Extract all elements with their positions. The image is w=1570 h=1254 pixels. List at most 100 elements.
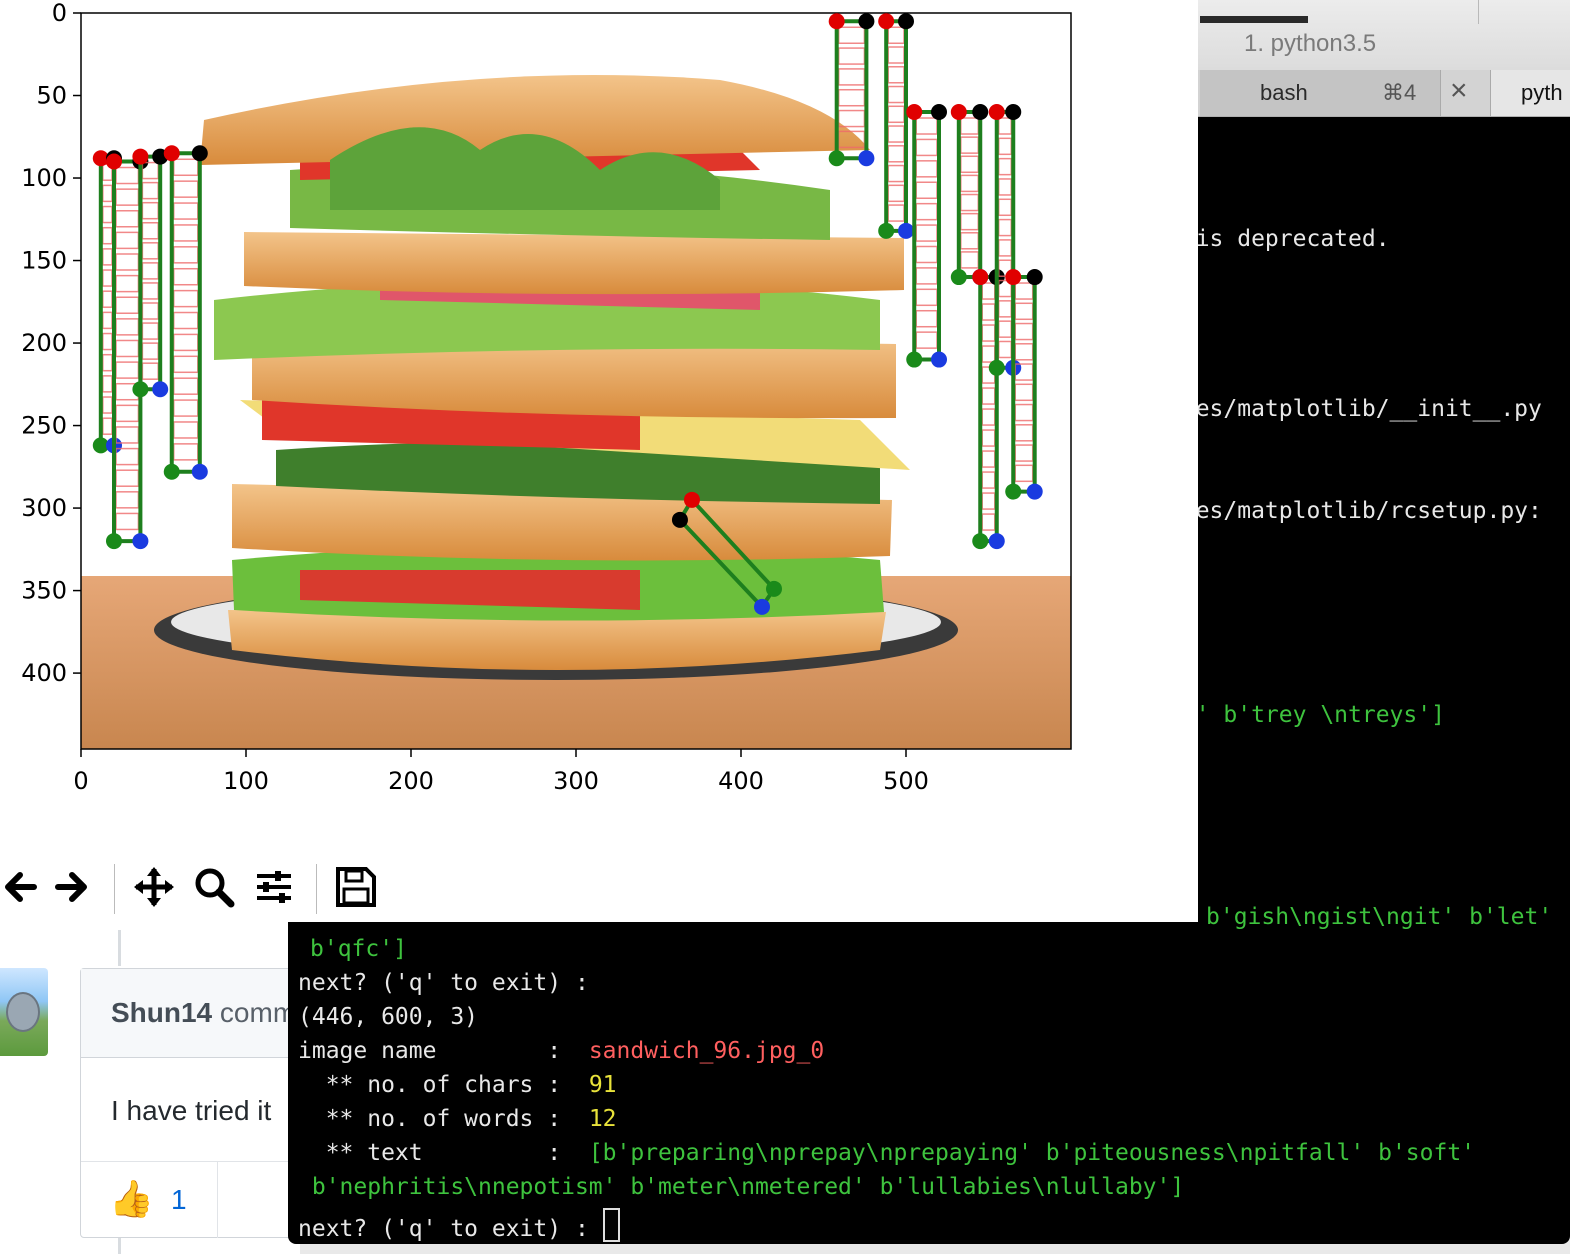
plot-canvas[interactable]: 0 50 100 150 200 250 300 350 400 0 100 200 300 400 50…: [0, 0, 1198, 856]
iterm-window-title: 1. python3.5: [1244, 30, 1377, 57]
matplotlib-figure-window: 0 50 100 150 200 250 300 350 400 0 100 200 300 400 50…: [0, 0, 1198, 922]
iterm-tab-bar: bash ⌘4 × pyth: [1160, 70, 1570, 117]
corner-point: [878, 13, 895, 30]
corner-point: [1005, 269, 1022, 286]
y-tick-label: 150: [21, 247, 67, 275]
corner-point: [972, 269, 989, 286]
terminal-line: ** text : [b'preparing\nprepay\nprepayin…: [298, 1140, 1475, 1166]
corner-point: [754, 598, 770, 615]
corner-point: [858, 150, 875, 167]
avatar-face: [6, 992, 40, 1032]
terminal-line: ages/matplotlib/__init__.py: [1168, 396, 1542, 422]
terminal-prompt: next? ('q' to exit) :: [298, 1208, 620, 1242]
matplotlib-toolbar: [0, 856, 400, 922]
x-tick-label: 500: [883, 767, 929, 795]
terminal-line: image name : sandwich_96.jpg_0: [298, 1038, 824, 1064]
forward-button[interactable]: [48, 858, 96, 916]
comment-action: comm: [212, 997, 297, 1028]
corner-point: [132, 533, 149, 550]
corner-point: [106, 533, 122, 550]
text-value: [b'preparing\nprepay\nprepaying' b'piteo…: [588, 1140, 1476, 1166]
reaction-count: 1: [171, 1184, 187, 1215]
corner-point: [898, 222, 914, 239]
y-axis: 0 50 100 150 200 250 300 350 400: [21, 0, 81, 687]
terminal-prompt: next? ('q' to exit) :: [298, 970, 589, 996]
corner-point: [858, 13, 875, 30]
subplots-config-icon: [257, 871, 291, 903]
tab-python[interactable]: pyth: [1490, 70, 1570, 116]
comment-body: I have tried it: [111, 1095, 272, 1126]
y-tick-label: 350: [21, 577, 67, 605]
tab-bash-label: bash: [1260, 80, 1308, 105]
corner-point: [191, 145, 208, 162]
comment-author-name[interactable]: Shun14: [111, 997, 212, 1028]
text-label: ** text :: [298, 1140, 562, 1166]
forward-arrow-icon: [55, 872, 87, 902]
corner-point: [683, 491, 700, 508]
x-tick-label: 0: [73, 767, 88, 795]
avatar[interactable]: [0, 968, 48, 1056]
x-tick-label: 300: [553, 767, 599, 795]
terminal-line: b'gish\ngist\ngit' b'let': [1206, 904, 1553, 930]
corner-point: [898, 13, 914, 30]
bread-layer: [244, 232, 904, 295]
subplots-config-button[interactable]: [250, 858, 298, 916]
corner-point: [878, 222, 895, 239]
image-name-value: sandwich_96.jpg_0: [588, 1038, 825, 1064]
tab-shortcut: ⌘4: [1382, 80, 1417, 105]
prompt-text: next? ('q' to exit) :: [298, 1216, 589, 1242]
corner-point: [906, 351, 923, 368]
words-label: ** no. of words :: [298, 1106, 562, 1132]
chars-value: 91: [588, 1072, 617, 1098]
corner-point: [152, 381, 169, 398]
corner-point: [1005, 104, 1022, 121]
terminal-window[interactable]: b'gish\ngist\ngit' b'let' b'qfc'] next? …: [288, 904, 1570, 1244]
pan-button[interactable]: [130, 858, 178, 916]
zoom-button[interactable]: [190, 858, 238, 916]
terminal-line: b'nephritis\nnepotism' b'meter\nmetered'…: [298, 1174, 1185, 1200]
corner-point: [1026, 269, 1043, 286]
iterm-window: 1. python3.5 bash ⌘4 × pyth d is depreca…: [1160, 0, 1570, 922]
corner-point: [1026, 483, 1043, 500]
y-tick-label: 200: [21, 329, 67, 357]
terminal-line: ** no. of words : 12: [298, 1106, 617, 1132]
timeline-line: [118, 1236, 121, 1254]
corner-point: [988, 533, 1005, 550]
corner-point: [132, 148, 149, 165]
timeline-line: [118, 930, 121, 966]
corner-point: [931, 351, 947, 368]
corner-point: [191, 463, 208, 480]
terminal-line: me' b'trey \ntreys']: [1168, 702, 1445, 728]
toolbar-separator: [114, 864, 115, 914]
close-tab-icon[interactable]: ×: [1450, 74, 1468, 108]
tab-python-label: pyth: [1521, 80, 1563, 105]
corner-point: [132, 381, 149, 398]
terminal-line: d is deprecated.: [1168, 226, 1390, 252]
comment-author: Shun14 comm: [111, 997, 296, 1029]
x-tick-label: 400: [718, 767, 764, 795]
toolbar-separator: [316, 864, 317, 914]
corner-point: [828, 150, 845, 167]
corner-point: [950, 269, 967, 286]
back-arrow-icon: [5, 872, 37, 902]
x-tick-label: 100: [223, 767, 269, 795]
terminal-cursor: [602, 1208, 620, 1242]
save-button[interactable]: [332, 858, 380, 916]
y-tick-label: 100: [21, 164, 67, 192]
thumbs-up-reaction-button[interactable]: 👍 1: [81, 1162, 218, 1238]
tab-bash[interactable]: bash ⌘4: [1200, 70, 1441, 116]
titlebar-divider: [1478, 0, 1479, 24]
corner-point: [972, 533, 989, 550]
corner-point: [163, 463, 180, 480]
save-icon: [336, 867, 376, 907]
terminal-line: (446, 600, 3): [298, 1004, 479, 1030]
iterm-titlebar: 1. python3.5: [1160, 0, 1570, 71]
corner-point: [106, 153, 122, 170]
image-name-label: image name :: [298, 1038, 562, 1064]
corner-point: [988, 359, 1005, 376]
corner-point: [972, 104, 989, 121]
iterm-scroll-indicator: [1200, 16, 1308, 23]
back-button[interactable]: [0, 858, 44, 916]
corner-point: [163, 145, 180, 162]
y-tick-label: 0: [52, 0, 67, 27]
